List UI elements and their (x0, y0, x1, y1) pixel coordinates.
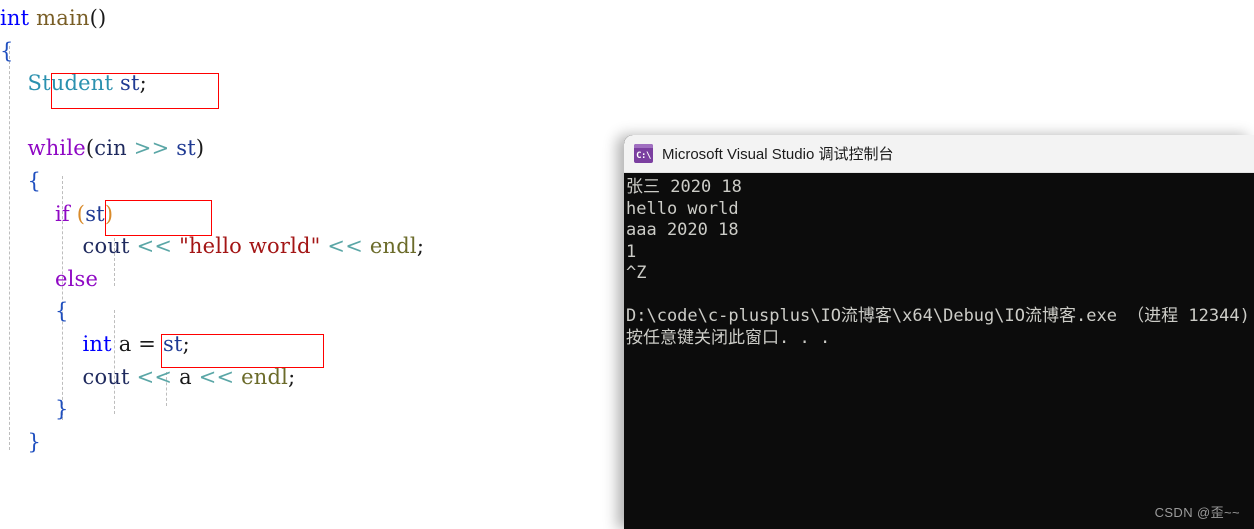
code-token: () (89, 6, 107, 30)
code-token: endl (369, 234, 417, 259)
console-line: ^Z (626, 263, 647, 283)
code-token: ; (139, 71, 147, 96)
code-token: { (27, 168, 42, 193)
code-token: } (27, 429, 42, 454)
code-token: a (118, 331, 132, 356)
code-token: a (179, 364, 192, 389)
code-token: { (55, 299, 69, 324)
console-line: hello world (626, 198, 739, 219)
code-token: << (136, 364, 173, 389)
code-token: int (82, 331, 112, 356)
code-token: cout (82, 364, 130, 389)
code-line: int a = st; (0, 328, 424, 361)
console-line: 1 (626, 241, 637, 262)
code-line: cout << "hello world" << endl; (0, 230, 424, 263)
code-token: ; (288, 364, 296, 389)
code-token: ) (195, 136, 205, 161)
console-output-area[interactable]: 张三 2020 18 hello world aaa 2020 18 1 ^Z D:\co… (624, 173, 1254, 349)
code-line (0, 100, 424, 133)
code-token: endl (241, 364, 289, 389)
code-token: int (0, 6, 30, 30)
console-titlebar[interactable]: C:\ Microsoft Visual Studio 调试控制台 (624, 135, 1254, 173)
debug-console-window[interactable]: C:\ Microsoft Visual Studio 调试控制台 张三 202… (624, 135, 1254, 529)
code-token: } (55, 397, 69, 422)
code-token: Student (27, 71, 114, 96)
code-token: ; (416, 234, 425, 259)
code-token: if (55, 201, 70, 226)
console-line: 按任意键关闭此窗口. . . (626, 327, 831, 348)
code-token: st (176, 136, 196, 161)
code-token: ; (182, 331, 190, 356)
code-token: st (120, 71, 140, 96)
code-token: { (0, 38, 14, 63)
code-line: int main() (0, 2, 424, 35)
code-line: cout << a << endl; (0, 361, 424, 394)
code-token: st (85, 201, 105, 226)
code-token: "hello world" (179, 234, 321, 259)
code-token: = (131, 331, 163, 356)
console-line: D:\code\c-plusplus\IO流博客\x64\Debug\IO流博客… (626, 306, 1250, 326)
console-window-icon: C:\ (634, 144, 653, 163)
code-token: << (136, 234, 173, 259)
console-line: 张三 2020 18 (626, 177, 742, 197)
code-line: else (0, 263, 424, 296)
console-title-text: Microsoft Visual Studio 调试控制台 (662, 146, 894, 163)
code-token: ( (76, 201, 86, 226)
code-token: while (27, 136, 86, 161)
code-line: if (st) (0, 198, 424, 231)
code-line: } (0, 426, 424, 459)
code-token: cin (94, 136, 127, 161)
code-token: << (327, 234, 363, 259)
code-line: while(cin >> st) (0, 132, 424, 165)
console-icon-glyph: C:\ (636, 150, 651, 161)
code-token: cout (82, 234, 130, 259)
code-token: ) (104, 201, 114, 226)
code-token: else (55, 266, 99, 291)
code-line: Student st; (0, 67, 424, 100)
source-code-block[interactable]: int main(){ Student st; while(cin >> st)… (0, 2, 424, 458)
console-line: aaa 2020 18 (626, 220, 739, 240)
code-token: >> (133, 136, 170, 161)
code-line: { (0, 35, 424, 68)
code-line: { (0, 165, 424, 198)
code-token: main (36, 6, 90, 30)
code-line: } (0, 393, 424, 426)
code-line: { (0, 295, 424, 328)
code-token: st (162, 331, 183, 356)
code-token: << (198, 364, 235, 389)
csdn-watermark: CSDN @歪~~ (1154, 505, 1240, 520)
